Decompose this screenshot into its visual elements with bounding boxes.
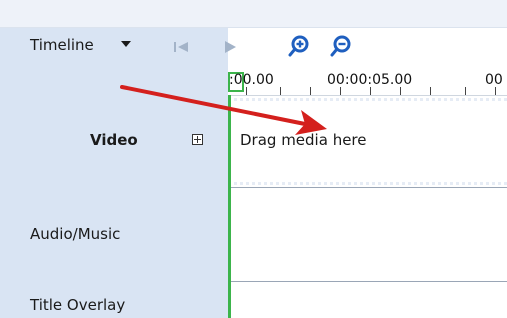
expand-video-track-icon[interactable]	[192, 134, 203, 145]
track-separator	[228, 187, 507, 188]
ruler-tick	[400, 87, 401, 95]
playhead-line[interactable]	[228, 95, 231, 318]
audio-track-label: Audio/Music	[30, 225, 121, 243]
play-icon[interactable]	[222, 39, 238, 55]
title-overlay-track-label: Title Overlay	[30, 296, 126, 314]
timeline-label[interactable]: Timeline	[30, 36, 94, 54]
ruler-label: :00.00	[229, 72, 274, 88]
video-lane-bottom-border	[234, 182, 507, 185]
track-separator	[228, 281, 507, 282]
ruler-tick	[310, 87, 311, 95]
ruler-tick	[495, 87, 496, 95]
zoom-out-icon[interactable]	[329, 34, 353, 58]
ruler-tick	[370, 87, 371, 95]
top-strip	[0, 0, 507, 28]
ruler-label: 00:00:05.00	[327, 72, 413, 88]
ruler-tick	[465, 87, 466, 95]
zoom-in-icon[interactable]	[287, 34, 311, 58]
timeline-dropdown-icon[interactable]	[121, 41, 131, 47]
video-track-label: Video	[90, 131, 138, 149]
track-header-panel	[0, 28, 228, 318]
ruler-tick	[246, 87, 247, 95]
ruler-tick	[280, 87, 281, 95]
ruler-tick	[340, 87, 341, 95]
go-to-start-icon[interactable]	[173, 39, 191, 55]
ruler-label: 00	[485, 72, 503, 88]
ruler-tick	[430, 87, 431, 95]
video-lane-top-border	[234, 98, 507, 101]
video-drop-hint: Drag media here	[240, 131, 367, 149]
